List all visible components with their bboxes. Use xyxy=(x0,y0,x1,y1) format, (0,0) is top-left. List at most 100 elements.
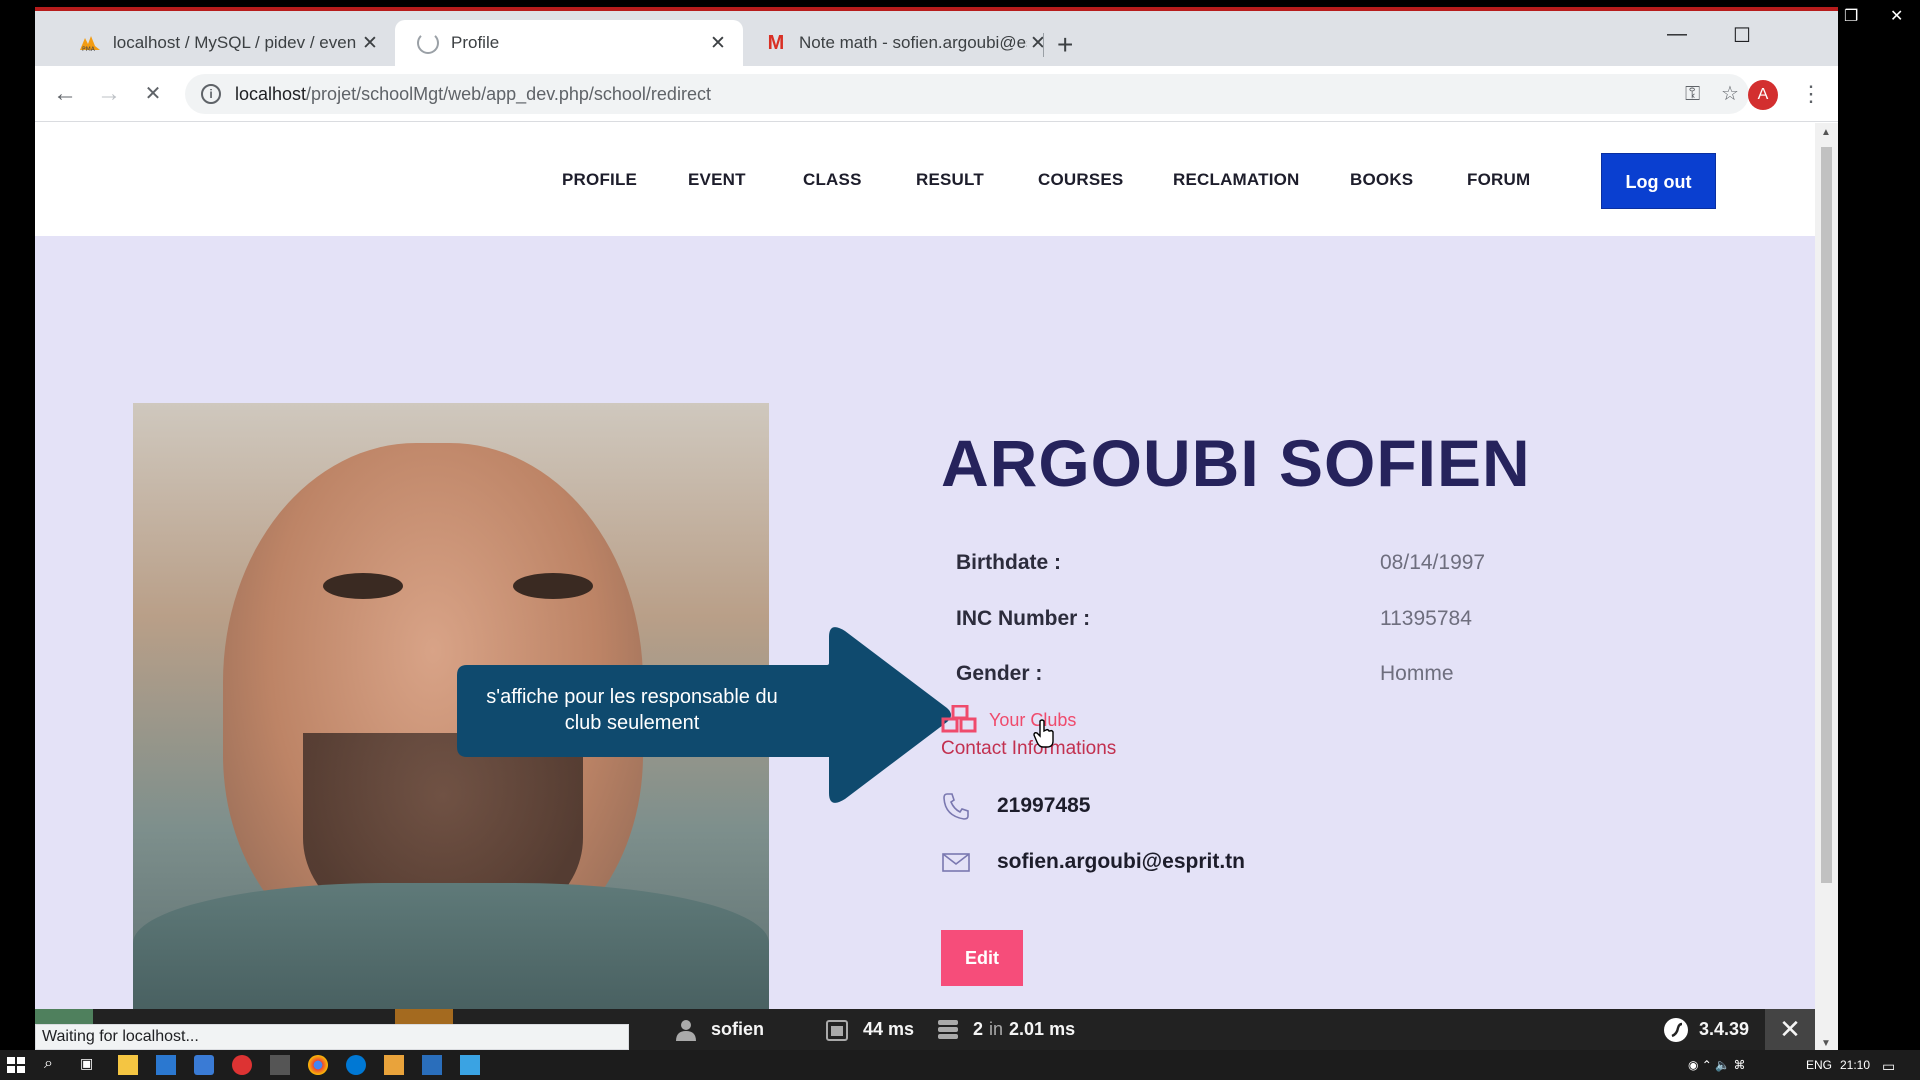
outer-close-icon[interactable]: ✕ xyxy=(1890,6,1903,26)
outer-restore-icon[interactable]: ❐ xyxy=(1844,6,1858,26)
scroll-down-icon[interactable]: ▼ xyxy=(1821,1038,1831,1049)
stop-loading-icon[interactable]: ✕ xyxy=(137,79,169,109)
callout-arrow: s'affiche pour les responsable du club s… xyxy=(457,623,957,813)
tab-title: Note math - sofien.argoubi@esp xyxy=(799,33,1027,52)
file-explorer-icon[interactable] xyxy=(118,1055,138,1075)
star-icon[interactable]: ☆ xyxy=(1721,74,1739,114)
tab-gmail[interactable]: M Note math - sofien.argoubi@esp ✕ xyxy=(743,20,1063,66)
tab-phpmyadmin[interactable]: PMA localhost / MySQL / pidev / even ✕ xyxy=(57,20,395,66)
notification-icon[interactable]: ▭ xyxy=(1882,1058,1895,1075)
new-tab-button[interactable]: + xyxy=(1057,31,1073,59)
close-icon[interactable]: ✕ xyxy=(1027,32,1049,55)
mail-app-icon[interactable] xyxy=(156,1055,176,1075)
scrollbar-thumb[interactable] xyxy=(1821,147,1832,883)
hand-cursor-icon xyxy=(1033,719,1054,748)
inc-number-label: INC Number : xyxy=(956,607,1091,630)
photo-eye xyxy=(323,573,403,599)
db-in-label: in xyxy=(989,1019,1004,1039)
nav-forum[interactable]: FORUM xyxy=(1467,170,1530,190)
url-host: localhost xyxy=(235,83,307,104)
gender-value: Homme xyxy=(1380,662,1454,685)
tab-title: localhost / MySQL / pidev / even xyxy=(113,33,357,52)
forward-arrow-icon[interactable]: → xyxy=(93,79,125,109)
mail-icon xyxy=(942,853,970,872)
database-icon xyxy=(938,1019,958,1039)
nav-result[interactable]: RESULT xyxy=(916,170,984,190)
tab-profile[interactable]: Profile ✕ xyxy=(395,20,743,66)
ide-icon[interactable] xyxy=(422,1055,442,1075)
time-panel[interactable]: 44 ms xyxy=(825,1009,914,1050)
symfony-version-panel[interactable]: 3.4.39 xyxy=(1663,1009,1749,1050)
media-app-icon[interactable] xyxy=(232,1055,252,1075)
phone-icon xyxy=(943,793,969,820)
nav-courses[interactable]: COURSES xyxy=(1038,170,1123,190)
cubes-icon xyxy=(941,705,977,733)
back-arrow-icon[interactable]: ← xyxy=(49,79,81,109)
email-row: sofien.argoubi@esprit.tn xyxy=(941,847,1245,877)
gmail-icon: M xyxy=(767,31,785,54)
close-icon[interactable]: ✕ xyxy=(707,32,729,55)
app-icon[interactable] xyxy=(384,1055,404,1075)
key-icon[interactable]: ⚿ xyxy=(1685,74,1700,114)
symfony-logo-icon xyxy=(1664,1017,1688,1042)
tray-icons[interactable]: ◉ ⌃ 🔈 ⌘ xyxy=(1688,1058,1745,1072)
clock[interactable]: 21:10 xyxy=(1840,1058,1870,1072)
user-name: sofien xyxy=(711,1019,765,1039)
tab-separator xyxy=(1043,33,1044,57)
phone-value: 21997485 xyxy=(997,794,1091,817)
task-view-icon[interactable]: ▣ xyxy=(80,1055,100,1075)
windows-taskbar: ⌕ ▣ ◉ ⌃ 🔈 ⌘ ENG 21:10 ▭ xyxy=(0,1050,1920,1080)
stopwatch-icon xyxy=(826,1019,848,1041)
your-clubs-link[interactable]: Your Clubs xyxy=(941,705,1076,735)
phone-row: 21997485 xyxy=(941,791,1090,821)
nav-reclamation[interactable]: RECLAMATION xyxy=(1173,170,1300,190)
nav-class[interactable]: CLASS xyxy=(803,170,862,190)
nav-profile[interactable]: PROFILE xyxy=(562,170,637,190)
tab-title: Profile xyxy=(451,33,500,52)
birthdate-value: 08/14/1997 xyxy=(1380,551,1486,574)
url-path: /projet/schoolMgt/web/app_dev.php/school… xyxy=(306,83,711,104)
search-icon[interactable]: ⌕ xyxy=(44,1055,64,1075)
nav-event[interactable]: EVENT xyxy=(688,170,746,190)
vertical-scrollbar[interactable]: ▲ ▼ xyxy=(1815,123,1838,1050)
language-indicator[interactable]: ENG xyxy=(1806,1058,1832,1072)
chrome-icon[interactable] xyxy=(308,1055,328,1075)
tab-strip: PMA localhost / MySQL / pidev / even ✕ P… xyxy=(35,11,1838,66)
windows-start-icon[interactable] xyxy=(6,1055,26,1075)
page-content: PROFILE EVENT CLASS RESULT COURSES RECLA… xyxy=(35,123,1815,1009)
menu-kebab-icon[interactable]: ⋮ xyxy=(1800,79,1822,109)
symfony-version: 3.4.39 xyxy=(1699,1019,1750,1039)
user-panel[interactable]: sofien xyxy=(675,1009,764,1050)
address-bar[interactable]: i localhost/projet/schoolMgt/web/app_dev… xyxy=(185,74,1749,114)
site-navbar: PROFILE EVENT CLASS RESULT COURSES RECLA… xyxy=(35,123,1815,236)
close-icon[interactable]: ✕ xyxy=(359,32,381,55)
scroll-up-icon[interactable]: ▲ xyxy=(1821,127,1831,138)
birthdate-label: Birthdate : xyxy=(956,551,1061,574)
profile-name: ARGOUBI SOFIEN xyxy=(941,426,1531,500)
maximize-icon[interactable]: ☐ xyxy=(1727,23,1757,48)
svg-text:PMA: PMA xyxy=(82,46,96,52)
loading-spinner-icon xyxy=(417,32,439,54)
close-toolbar-icon[interactable]: ✕ xyxy=(1765,1009,1815,1050)
db-time: 2.01 ms xyxy=(1009,1019,1076,1039)
inc-number-value: 11395784 xyxy=(1380,607,1472,630)
browser-toolbar: ← → ✕ i localhost/projet/schoolMgt/web/a… xyxy=(35,66,1838,122)
terminal-icon[interactable] xyxy=(270,1055,290,1075)
site-info-icon[interactable]: i xyxy=(201,84,221,104)
nav-books[interactable]: BOOKS xyxy=(1350,170,1413,190)
browser-status-text: Waiting for localhost... xyxy=(35,1024,629,1050)
user-icon xyxy=(676,1019,696,1041)
active-app-icon[interactable] xyxy=(460,1055,480,1075)
db-query-count: 2 xyxy=(973,1019,984,1039)
edge-icon[interactable] xyxy=(346,1055,366,1075)
logout-button[interactable]: Log out xyxy=(1601,153,1716,209)
database-panel[interactable]: 2 in 2.01 ms xyxy=(937,1009,1075,1050)
contact-heading: Contact Informations xyxy=(941,738,1117,759)
edit-button[interactable]: Edit xyxy=(941,930,1023,986)
photo-eye xyxy=(513,573,593,599)
profile-avatar[interactable]: A xyxy=(1748,80,1778,110)
dropbox-icon[interactable] xyxy=(194,1055,214,1075)
phpmyadmin-icon: PMA xyxy=(80,36,100,52)
minimize-icon[interactable]: — xyxy=(1662,23,1692,46)
callout-text: s'affiche pour les responsable du club s… xyxy=(486,686,778,734)
